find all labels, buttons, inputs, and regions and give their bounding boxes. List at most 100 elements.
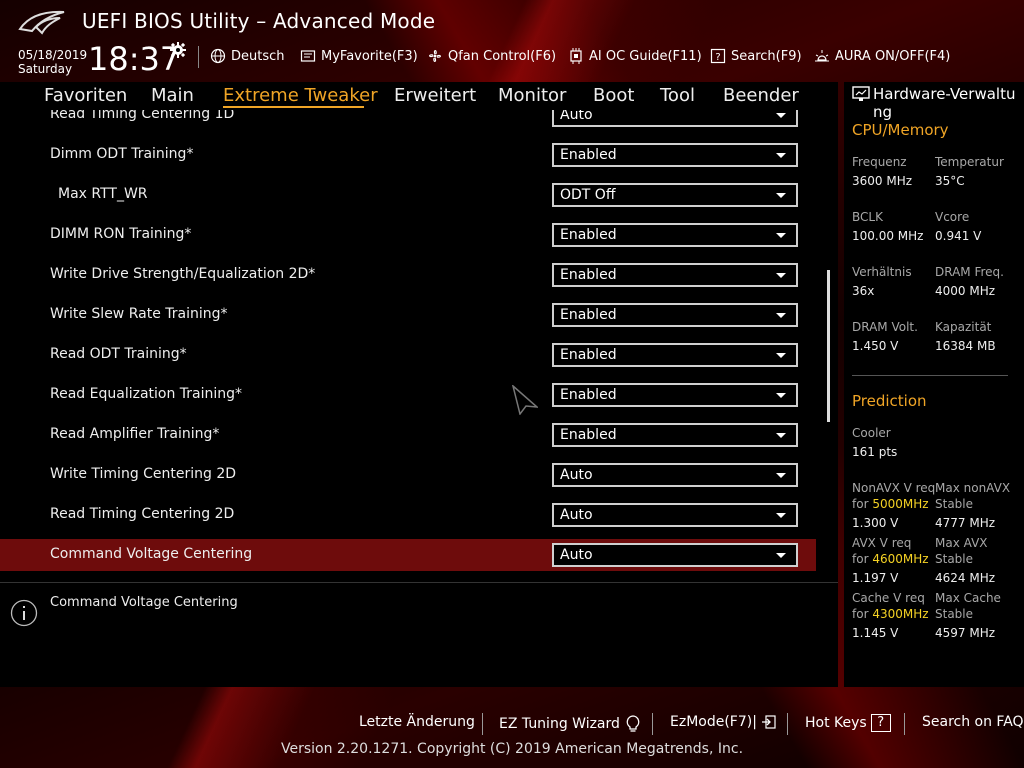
qfan-control-button[interactable]: Qfan Control(F6)	[427, 47, 556, 65]
setting-row[interactable]: Write Slew Rate Training* Enabled	[0, 299, 816, 331]
monitor-icon	[852, 86, 870, 101]
avx-voltage: 1.197 V	[852, 571, 899, 585]
ai-oc-guide-button[interactable]: AI OC Guide(F11)	[568, 47, 702, 65]
dram-freq-value: 4000 MHz	[935, 284, 996, 298]
tab-favoriten[interactable]: Favoriten	[44, 85, 127, 106]
setting-dropdown[interactable]: Enabled	[552, 223, 798, 247]
setting-row[interactable]: Dimm ODT Training* Enabled	[0, 139, 816, 171]
setting-dropdown[interactable]: Auto	[552, 503, 798, 527]
globe-icon	[210, 48, 226, 64]
frequenz-value: 3600 MHz	[852, 174, 913, 188]
chevron-down-icon	[776, 153, 786, 158]
setting-label: Read Timing Centering 1D	[50, 110, 235, 122]
setting-label: Dimm ODT Training*	[50, 146, 194, 162]
tab-main[interactable]: Main	[151, 85, 194, 106]
myfavorite-button[interactable]: MyFavorite(F3)	[300, 47, 418, 65]
setting-dropdown[interactable]: Enabled	[552, 303, 798, 327]
setting-label: DIMM RON Training*	[50, 226, 192, 242]
setting-label: Read Amplifier Training*	[50, 426, 220, 442]
myfavorite-label: MyFavorite(F3)	[321, 48, 418, 64]
search-faq-button[interactable]: Search on FAQ	[922, 714, 1024, 730]
scrollbar[interactable]	[827, 270, 830, 422]
ezmode-label: EzMode(F7)|	[670, 714, 757, 730]
info-icon	[10, 599, 38, 627]
hot-keys-button[interactable]: Hot Keys ?	[805, 714, 891, 732]
setting-dropdown[interactable]: Enabled	[552, 143, 798, 167]
setting-row[interactable]: Read ODT Training* Enabled	[0, 339, 816, 371]
setting-dropdown[interactable]: Auto	[552, 110, 798, 127]
setting-label: Read ODT Training*	[50, 346, 187, 362]
dram-volt-value: 1.450 V	[852, 339, 899, 353]
setting-row[interactable]: Write Timing Centering 2D Auto	[0, 459, 816, 491]
day-of-week: Saturday	[18, 62, 73, 76]
max-cache-label: Max Cache	[935, 591, 1001, 605]
setting-row[interactable]: Read Timing Centering 1D Auto	[0, 110, 816, 131]
help-panel: Command Voltage Centering	[0, 582, 838, 687]
setting-row[interactable]: Write Drive Strength/Equalization 2D* En…	[0, 259, 816, 291]
setting-dropdown[interactable]: Enabled	[552, 343, 798, 367]
kapazitaet-value: 16384 MB	[935, 339, 996, 353]
tab-boot[interactable]: Boot	[593, 85, 634, 106]
kapazitaet-label: Kapazität	[935, 320, 992, 334]
gear-icon[interactable]	[170, 42, 186, 58]
last-change-button[interactable]: Letzte Änderung	[359, 714, 475, 730]
dropdown-value: Enabled	[560, 427, 617, 443]
settings-list[interactable]: Read Timing Centering 1D Auto Dimm ODT T…	[0, 110, 838, 582]
setting-row-selected[interactable]: Command Voltage Centering Auto	[0, 539, 816, 571]
chevron-down-icon	[776, 273, 786, 278]
rog-logo-icon	[18, 10, 65, 35]
footer-divider	[482, 713, 483, 735]
setting-dropdown[interactable]: Auto	[552, 543, 798, 567]
setting-dropdown[interactable]: Enabled	[552, 423, 798, 447]
setting-row[interactable]: DIMM RON Training* Enabled	[0, 219, 816, 251]
dropdown-value: Auto	[560, 110, 593, 123]
setting-row[interactable]: Max RTT_WR ODT Off	[0, 179, 816, 211]
chevron-down-icon	[776, 233, 786, 238]
setting-dropdown[interactable]: Enabled	[552, 263, 798, 287]
nonavx-freq: 5000MHz	[872, 497, 929, 511]
cooler-value: 161 pts	[852, 445, 898, 459]
cache-voltage: 1.145 V	[852, 626, 899, 640]
tab-monitor[interactable]: Monitor	[498, 85, 566, 106]
temperatur-value: 35°C	[935, 174, 965, 188]
dropdown-value: Enabled	[560, 347, 617, 363]
setting-row[interactable]: Read Equalization Training* Enabled	[0, 379, 816, 411]
date: 05/18/2019	[18, 48, 88, 62]
frequenz-label: Frequenz	[852, 155, 907, 169]
qfan-label: Qfan Control(F6)	[448, 48, 557, 64]
fan-icon	[429, 50, 441, 62]
chevron-down-icon	[776, 193, 786, 198]
dropdown-value: Auto	[560, 467, 593, 483]
setting-label: Max RTT_WR	[58, 186, 148, 202]
search-button[interactable]: ? Search(F9)	[710, 47, 802, 65]
footer: Letzte Änderung EZ Tuning Wizard EzMode(…	[0, 687, 1024, 768]
temperatur-label: Temperatur	[935, 155, 1004, 169]
setting-label: Read Timing Centering 2D	[50, 506, 235, 522]
nonavx-for-line: for 5000MHz	[852, 496, 929, 512]
header-divider	[198, 46, 199, 68]
setting-dropdown[interactable]: ODT Off	[552, 183, 798, 207]
ezmode-button[interactable]: EzMode(F7)|	[670, 714, 777, 730]
setting-dropdown[interactable]: Enabled	[552, 383, 798, 407]
ez-tuning-wizard-button[interactable]: EZ Tuning Wizard	[499, 714, 642, 734]
aura-toggle-button[interactable]: AURA ON/OFF(F4)	[814, 47, 950, 65]
tab-tool[interactable]: Tool	[660, 85, 695, 106]
cache-for-line: for 4300MHz	[852, 606, 929, 622]
main-nav: Favoriten Main Extreme Tweaker Erweitert…	[0, 82, 838, 110]
chevron-down-icon	[776, 393, 786, 398]
setting-row[interactable]: Read Timing Centering 2D Auto	[0, 499, 816, 531]
for-label: for	[852, 607, 869, 621]
help-key-icon: ?	[870, 714, 891, 732]
footer-divider	[787, 713, 788, 735]
chevron-down-icon	[776, 113, 786, 118]
setting-row[interactable]: Read Amplifier Training* Enabled	[0, 419, 816, 451]
copyright-text: Version 2.20.1271. Copyright (C) 2019 Am…	[280, 741, 744, 757]
vcore-value: 0.941 V	[935, 229, 982, 243]
tab-beender[interactable]: Beender	[723, 85, 799, 106]
chip-icon	[570, 48, 582, 64]
tab-extreme-tweaker[interactable]: Extreme Tweaker	[223, 85, 378, 106]
max-nonavx-stable: Stable	[935, 497, 974, 511]
language-button[interactable]: Deutsch	[210, 47, 285, 65]
setting-dropdown[interactable]: Auto	[552, 463, 798, 487]
tab-erweitert[interactable]: Erweitert	[394, 85, 476, 106]
